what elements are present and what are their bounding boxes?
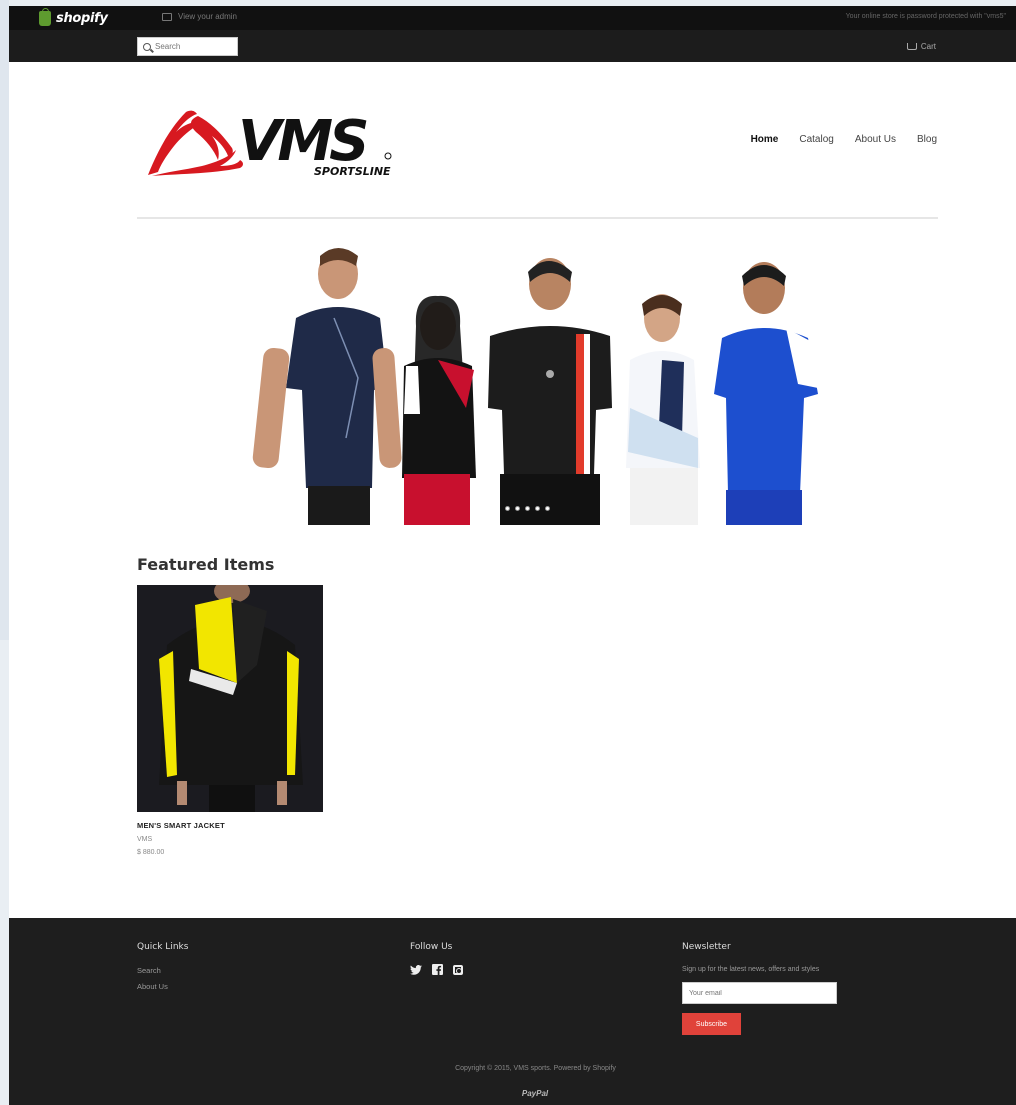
newsletter-column: Newsletter Sign up for the latest news, …: [682, 942, 837, 1035]
store-top-bar: Cart: [9, 30, 1016, 62]
view-admin-label: View your admin: [178, 12, 237, 21]
footer-link-search[interactable]: Search: [137, 966, 188, 975]
logo-sub-text: SPORTSLINE: [314, 165, 391, 178]
slide-dot[interactable]: [515, 506, 520, 511]
cart-icon: [906, 43, 917, 50]
shopify-logo[interactable]: shopify: [39, 7, 108, 27]
nav-blog[interactable]: Blog: [917, 134, 937, 145]
cart-link[interactable]: Cart: [906, 42, 936, 51]
quick-links-column: Quick Links Search About Us: [137, 942, 188, 998]
slide-dot[interactable]: [535, 506, 540, 511]
slide-dot[interactable]: [545, 506, 550, 511]
slideshow-dots: [505, 506, 550, 511]
facebook-icon[interactable]: [432, 964, 443, 975]
newsletter-heading: Newsletter: [682, 942, 731, 952]
page-edge-shadow: [0, 0, 9, 640]
nav-about-us[interactable]: About Us: [855, 134, 896, 145]
nav-catalog[interactable]: Catalog: [799, 134, 833, 145]
product-title[interactable]: MEN'S SMART JACKET: [137, 821, 225, 830]
slide-dot[interactable]: [525, 506, 530, 511]
twitter-icon[interactable]: [410, 964, 422, 975]
hero-slideshow[interactable]: [238, 238, 850, 526]
cart-label: Cart: [920, 42, 936, 51]
shopify-brand-text: shopify: [56, 10, 108, 26]
password-notice: Your online store is password protected …: [845, 13, 1006, 20]
jacket-image: [137, 585, 323, 812]
newsletter-email-input[interactable]: [682, 982, 837, 1004]
social-links: [410, 964, 463, 975]
follow-us-heading: Follow Us: [410, 942, 453, 952]
header-divider: [137, 217, 938, 219]
shopify-admin-bar: shopify View your admin Your online stor…: [9, 6, 1016, 30]
featured-items-heading: Featured Items: [137, 555, 275, 574]
shopify-bag-icon: [39, 7, 51, 26]
search-input[interactable]: [155, 42, 235, 51]
store-page: shopify View your admin Your online stor…: [9, 6, 1016, 1105]
vms-logo-graphic: VMS SPORTSLINE: [148, 109, 392, 178]
main-nav: Home Catalog About Us Blog: [751, 134, 937, 145]
copyright-text: Copyright © 2015, VMS sports. Powered by…: [455, 1065, 616, 1072]
paypal-payment-icon: PayPal: [521, 1089, 549, 1098]
view-admin-link[interactable]: View your admin: [162, 12, 237, 21]
admin-monitor-icon: [162, 12, 172, 21]
vms-logo[interactable]: VMS SPORTSLINE: [142, 100, 402, 180]
subscribe-button[interactable]: Subscribe: [682, 1013, 741, 1035]
instagram-icon[interactable]: [453, 964, 463, 975]
newsletter-description: Sign up for the latest news, offers and …: [682, 966, 820, 973]
site-footer: Quick Links Search About Us Follow Us Ne…: [9, 918, 1016, 1105]
quick-links-heading: Quick Links: [137, 942, 189, 952]
product-image[interactable]: [137, 585, 323, 812]
follow-us-column: Follow Us: [410, 942, 463, 975]
slide-dot[interactable]: [505, 506, 510, 511]
product-price: $ 880.00: [137, 849, 165, 856]
product-vendor: VMS: [137, 836, 153, 843]
search-icon: [143, 42, 151, 51]
hero-image: [238, 238, 850, 526]
nav-home[interactable]: Home: [751, 134, 779, 145]
footer-link-about-us[interactable]: About Us: [137, 982, 188, 991]
search-box[interactable]: [137, 37, 238, 56]
